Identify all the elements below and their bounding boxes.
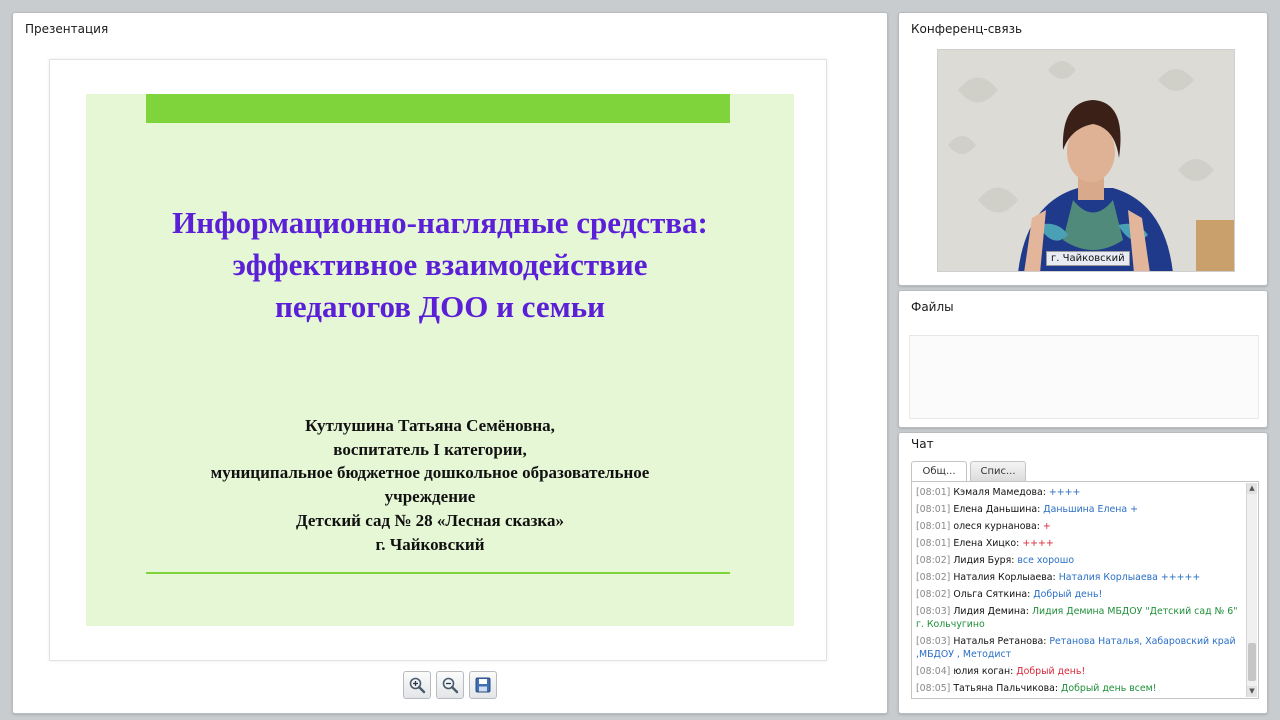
message-time: [08:05] [916, 683, 951, 694]
message-time: [08:02] [916, 589, 951, 600]
message-time: [08:02] [916, 572, 951, 583]
chat-message: [08:02] Наталия Корлыаева: Наталия Корлы… [916, 571, 1242, 584]
message-author: Наталья Ретанова: [953, 636, 1047, 647]
chat-message-list: [08:01] Кэмаля Мамедова: ++++ [08:01] Еле… [916, 486, 1242, 698]
message-text: Добрый день всем! [1061, 683, 1157, 694]
save-button[interactable] [469, 671, 497, 699]
save-icon [475, 677, 491, 693]
files-list-area[interactable] [909, 335, 1259, 419]
chat-title: Чат [911, 437, 934, 451]
zoom-out-button[interactable] [436, 671, 464, 699]
message-text: ++++ [1048, 487, 1081, 498]
message-text: ++++ [1022, 538, 1054, 549]
chat-message: [08:01] Елена Хицко: ++++ [916, 537, 1242, 550]
presentation-toolbar [403, 671, 497, 699]
message-time: [08:01] [916, 504, 951, 515]
tab-participants[interactable]: Спис... [970, 461, 1026, 481]
zoom-out-icon [442, 677, 459, 694]
slide-divider [146, 572, 730, 574]
message-author: юлия коган: [953, 666, 1014, 677]
chat-message: [08:01] олеся курнанова: + [916, 520, 1242, 533]
chat-scrollbar[interactable]: ▲ ▼ [1246, 483, 1257, 697]
slide-title: Информационно-наглядные средства: эффект… [86, 202, 794, 328]
presentation-title: Презентация [25, 22, 109, 36]
message-time: [08:03] [916, 606, 951, 617]
zoom-in-icon [409, 677, 426, 694]
message-author: Ольга Сяткина: [953, 589, 1031, 600]
chat-message: [08:04] юлия коган: Добрый день! [916, 665, 1242, 678]
message-time: [08:01] [916, 538, 951, 549]
message-author: олеся курнанова: [953, 521, 1040, 532]
slide-title-line: педагогов ДОО и семьи [275, 289, 605, 324]
message-author: Елена Даньшина: [953, 504, 1041, 515]
chat-message: [08:02] Ольга Сяткина: Добрый день! [916, 588, 1242, 601]
video-feed: г. Чайковский [937, 49, 1235, 272]
message-text: Наталия Корлыаева +++++ [1058, 572, 1201, 583]
chat-message: [08:05] Татьяна Пальчикова: Добрый день … [916, 682, 1242, 695]
conference-panel: Конференц-связь г. Чайковский [898, 12, 1268, 286]
scroll-up-arrow-icon[interactable]: ▲ [1247, 483, 1257, 494]
slide-accent-bar [146, 94, 730, 123]
conference-title: Конференц-связь [911, 22, 1023, 36]
presentation-panel: Презентация Информационно-наглядные сред… [12, 12, 888, 714]
presenter-video-image [938, 50, 1234, 271]
message-author: Лидия Буря: [953, 555, 1015, 566]
message-text: Добрый день! [1033, 589, 1103, 600]
author-line: муниципальное бюджетное дошкольное образ… [210, 463, 650, 483]
message-time: [08:02] [916, 555, 951, 566]
slide-author-info: Кутлушина Татьяна Семёновна, воспитатель… [86, 414, 774, 556]
author-line: воспитатель I категории, [333, 439, 527, 459]
chat-message: [08:03] Наталья Ретанова: Ретанова Натал… [916, 635, 1242, 661]
files-panel: Файлы [898, 290, 1268, 428]
slide-title-line: эффективное взаимодействие [232, 247, 648, 282]
scroll-down-arrow-icon[interactable]: ▼ [1247, 686, 1257, 697]
message-text: + [1042, 521, 1051, 532]
slide-frame: Информационно-наглядные средства: эффект… [49, 59, 827, 661]
message-text: все хорошо [1017, 555, 1075, 566]
message-time: [08:01] [916, 487, 951, 498]
video-location-label: г. Чайковский [1046, 251, 1130, 266]
message-author: Лидия Демина: [953, 606, 1029, 617]
slide: Информационно-наглядные средства: эффект… [86, 94, 794, 626]
chat-message: [08:02] Лидия Буря: все хорошо [916, 554, 1242, 567]
chat-messages-box[interactable]: [08:01] Кэмаля Мамедова: ++++ [08:01] Еле… [911, 481, 1259, 699]
message-time: [08:03] [916, 636, 951, 647]
scroll-thumb[interactable] [1248, 643, 1256, 681]
chat-message: [08:03] Лидия Демина: Лидия Демина МБДОУ… [916, 605, 1242, 631]
tab-general[interactable]: Общ... [911, 461, 967, 481]
chat-message: [08:01] Кэмаля Мамедова: ++++ [916, 486, 1242, 499]
author-line: Детский сад № 28 «Лесная сказка» [296, 510, 564, 530]
message-author: Наталия Корлыаева: [953, 572, 1056, 583]
message-text: Добрый день! [1016, 666, 1086, 677]
slide-title-line: Информационно-наглядные средства: [172, 205, 708, 240]
author-line: г. Чайковский [375, 534, 485, 554]
author-line: учреждение [384, 487, 476, 507]
chat-message: [08:01] Елена Даньшина: Даньшина Елена + [916, 503, 1242, 516]
message-author: Елена Хицко: [953, 538, 1020, 549]
files-title: Файлы [911, 300, 954, 314]
chat-panel: Чат Общ... Спис... [08:01] Кэмаля Мамедо… [898, 432, 1268, 714]
author-line: Кутлушина Татьяна Семёновна, [305, 416, 555, 435]
chat-tabs: Общ... Спис... [911, 461, 1026, 481]
message-time: [08:04] [916, 666, 951, 677]
message-author: Татьяна Пальчикова: [953, 683, 1059, 694]
message-time: [08:01] [916, 521, 951, 532]
zoom-in-button[interactable] [403, 671, 431, 699]
message-author: Кэмаля Мамедова: [953, 487, 1046, 498]
message-text: Даньшина Елена + [1043, 504, 1138, 515]
